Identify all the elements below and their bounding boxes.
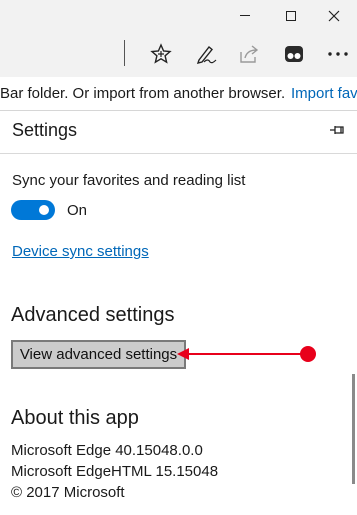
toolbar-separator xyxy=(124,40,125,66)
close-button[interactable] xyxy=(311,0,357,31)
edge-version: Microsoft Edge 40.15048.0.0 xyxy=(11,442,203,459)
pen-icon[interactable] xyxy=(193,41,219,67)
favorites-star-icon[interactable] xyxy=(148,41,174,67)
more-icon[interactable] xyxy=(325,41,351,67)
scrollbar-thumb[interactable] xyxy=(352,374,355,484)
title-bar xyxy=(0,0,357,31)
settings-panel: Settings Sync your favorites and reading… xyxy=(0,111,357,515)
sync-toggle[interactable] xyxy=(11,200,55,220)
close-icon xyxy=(328,10,340,21)
toggle-knob xyxy=(39,205,49,215)
panel-divider xyxy=(0,153,357,154)
maximize-button[interactable] xyxy=(268,0,314,31)
advanced-settings-heading: Advanced settings xyxy=(11,304,175,326)
favorites-bar-hint: Bar folder. Or import from another brows… xyxy=(0,77,357,111)
panel-title: Settings xyxy=(12,120,78,140)
sync-toggle-state: On xyxy=(67,202,88,219)
minimize-icon xyxy=(240,15,250,16)
share-icon[interactable] xyxy=(236,41,262,67)
browser-toolbar xyxy=(0,31,357,77)
sync-label: Sync your favorites and reading list xyxy=(12,172,246,189)
edgehtml-version: Microsoft EdgeHTML 15.15048 xyxy=(11,463,219,480)
view-advanced-settings-button[interactable]: View advanced settings xyxy=(11,340,186,369)
minimize-button[interactable] xyxy=(222,0,268,31)
annotation-arrow-icon xyxy=(177,346,316,362)
import-favorites-link[interactable]: Import fav xyxy=(291,77,357,110)
extension-icon[interactable] xyxy=(281,41,307,67)
copyright: © 2017 Microsoft xyxy=(11,484,125,501)
favorites-bar-text: Bar folder. Or import from another brows… xyxy=(0,85,286,102)
maximize-icon xyxy=(286,10,296,21)
device-sync-settings-link[interactable]: Device sync settings xyxy=(12,243,149,260)
pin-icon[interactable] xyxy=(329,121,347,139)
about-heading: About this app xyxy=(11,407,139,429)
